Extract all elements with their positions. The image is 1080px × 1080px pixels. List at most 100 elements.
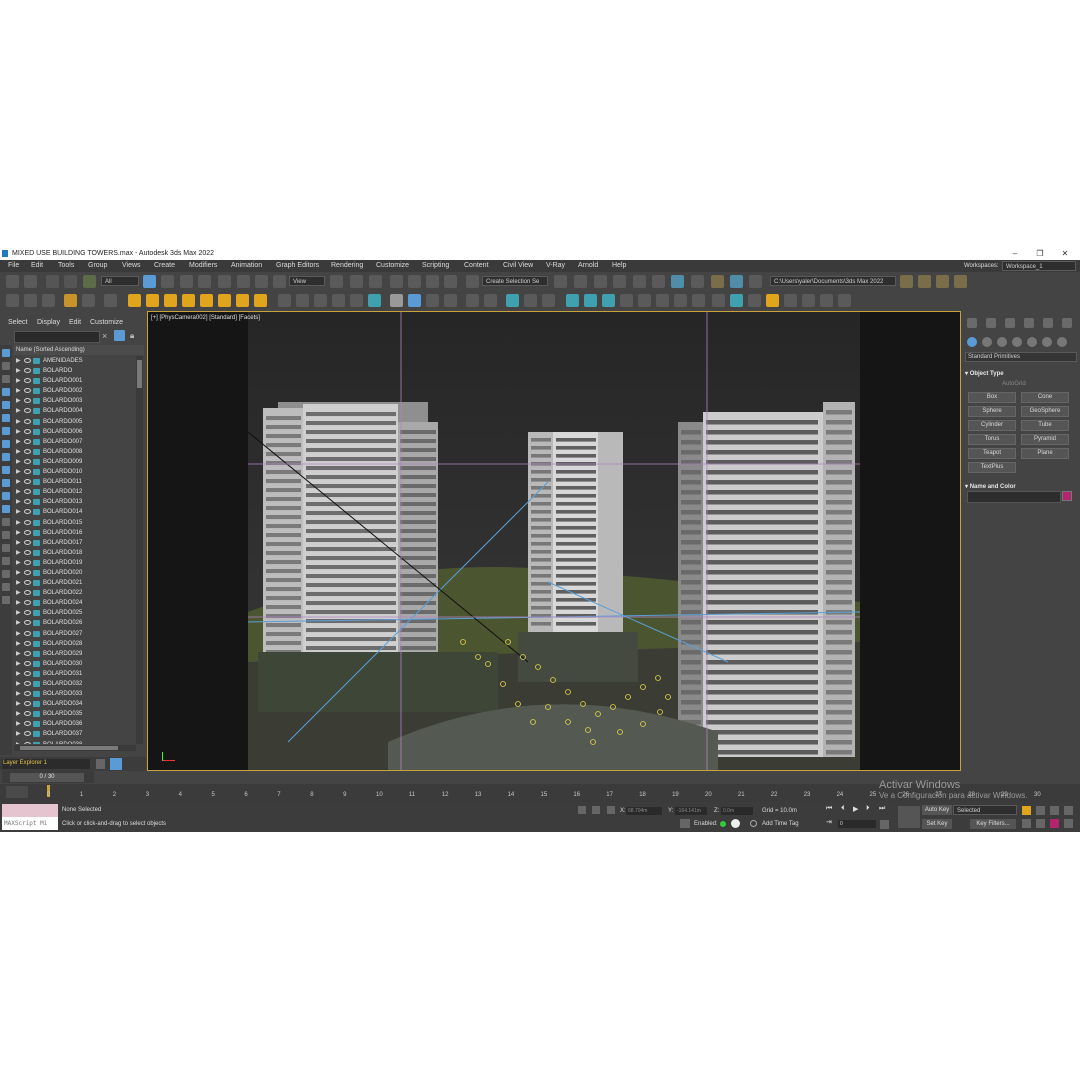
info-icon[interactable]	[731, 819, 740, 828]
zoom-icon[interactable]	[1022, 806, 1031, 815]
time-slider[interactable]: 0 / 30	[2, 771, 94, 783]
angle-snap-icon[interactable]	[408, 275, 421, 288]
visibility-eye-icon[interactable]	[24, 691, 31, 697]
torus-button[interactable]: Torus	[968, 434, 1016, 445]
project-settings-icon[interactable]	[954, 275, 967, 288]
arnold-help-icon[interactable]	[542, 294, 555, 307]
light-icon[interactable]	[64, 294, 77, 307]
current-frame-field[interactable]: 0	[838, 820, 876, 828]
tree-row[interactable]: ▶ BOLARDO009	[14, 457, 136, 467]
visibility-eye-icon[interactable]	[24, 660, 31, 666]
tree-row[interactable]: ▶ BOLARDO022	[14, 588, 136, 598]
space-warps-icon[interactable]	[1042, 337, 1052, 347]
time-configuration-icon[interactable]	[880, 820, 889, 829]
zoom-all-icon[interactable]	[1036, 806, 1045, 815]
menu-group[interactable]: Group	[88, 262, 107, 269]
tree-row[interactable]: ▶ AMENIDADES	[14, 356, 136, 366]
tree-row[interactable]: ▶ BOLARDO017	[14, 538, 136, 548]
viewport-label[interactable]: [+] [PhysCamera002] [Standard] [Facets]	[151, 315, 260, 321]
expand-arrow-icon[interactable]: ▶	[16, 457, 21, 467]
civil-view-icon-14[interactable]	[820, 294, 833, 307]
close-button[interactable]: ✕	[1054, 248, 1076, 259]
vray-ies-light-icon[interactable]	[182, 294, 195, 307]
pyramid-button[interactable]: Pyramid	[1021, 434, 1069, 445]
visibility-eye-icon[interactable]	[24, 610, 31, 616]
visibility-eye-icon[interactable]	[24, 469, 31, 475]
link-icon[interactable]	[46, 275, 59, 288]
visibility-eye-icon[interactable]	[24, 519, 31, 525]
expand-arrow-icon[interactable]: ▶	[16, 649, 21, 659]
expand-arrow-icon[interactable]: ▶	[16, 417, 21, 427]
camera-viewport[interactable]: [+] [PhysCamera002] [Standard] [Facets]	[147, 311, 961, 771]
object-name-field[interactable]	[967, 491, 1061, 503]
display-helpers-icon[interactable]	[2, 414, 10, 422]
auto-key-button[interactable]: Auto Key	[922, 805, 952, 815]
adaptive-degradation-icon[interactable]	[680, 819, 690, 828]
utilities-tab-icon[interactable]	[1062, 318, 1072, 328]
next-frame-icon[interactable]: ⏵	[866, 805, 870, 813]
key-mode-icon[interactable]: ⇥	[826, 818, 832, 826]
maxscript-input[interactable]: MAXScript Mi	[2, 817, 58, 830]
isolate-selection-icon[interactable]	[578, 806, 586, 814]
filter-toggle-icon[interactable]	[114, 330, 125, 341]
helpers-icon[interactable]	[1027, 337, 1037, 347]
display-invert-icon[interactable]	[2, 544, 10, 552]
scene-explorer-toggle-icon[interactable]	[110, 758, 122, 770]
systems-icon[interactable]	[1057, 337, 1067, 347]
orbit-icon[interactable]	[1050, 819, 1059, 828]
vray-frame-buffer-icon[interactable]	[82, 294, 95, 307]
expand-arrow-icon[interactable]: ▶	[16, 608, 21, 618]
shapes-icon[interactable]	[982, 337, 992, 347]
tree-row[interactable]: ▶ BOLARDO010	[14, 467, 136, 477]
expand-arrow-icon[interactable]: ▶	[16, 528, 21, 538]
maxscript-output[interactable]	[2, 804, 58, 817]
mirror-icon[interactable]	[554, 275, 567, 288]
scene-menu-display[interactable]: Display	[37, 319, 60, 326]
display-xrefs-icon[interactable]	[2, 453, 10, 461]
expand-arrow-icon[interactable]: ▶	[16, 568, 21, 578]
expand-arrow-icon[interactable]: ▶	[16, 669, 21, 679]
visibility-eye-icon[interactable]	[24, 428, 31, 434]
tree-row[interactable]: ▶ BOLARDO007	[14, 437, 136, 447]
tree-row[interactable]: ▶ BOLARDO031	[14, 669, 136, 679]
spinner-snap-icon[interactable]	[444, 275, 457, 288]
expand-arrow-icon[interactable]: ▶	[16, 629, 21, 639]
display-all-icon[interactable]	[2, 518, 10, 526]
geosphere-button[interactable]: GeoSphere	[1021, 406, 1069, 417]
primitive-category-dropdown[interactable]: Standard Primitives	[965, 352, 1077, 362]
visibility-eye-icon[interactable]	[24, 388, 31, 394]
geometry-icon[interactable]	[967, 337, 977, 347]
tree-row[interactable]: ▶ BOLARDO014	[14, 507, 136, 517]
vray-dome-light-icon[interactable]	[146, 294, 159, 307]
vray-scene-converter-icon[interactable]	[368, 294, 381, 307]
menu-create[interactable]: Create	[154, 262, 175, 269]
visibility-eye-icon[interactable]	[24, 721, 31, 727]
tree-row[interactable]: ▶ BOLARDO006	[14, 427, 136, 437]
tree-row[interactable]: ▶ BOLARDO019	[14, 558, 136, 568]
visibility-eye-icon[interactable]	[24, 529, 31, 535]
cameras-icon[interactable]	[1012, 337, 1022, 347]
scene-menu-edit[interactable]: Edit	[69, 319, 81, 326]
tree-row[interactable]: ▶ BOLARDO016	[14, 528, 136, 538]
project-open-icon[interactable]	[900, 275, 913, 288]
tree-row[interactable]: ▶ BOLARDO034	[14, 699, 136, 709]
modify-tab-icon[interactable]	[986, 318, 996, 328]
key-selection-dropdown[interactable]: Selected	[953, 805, 1017, 815]
tree-row[interactable]: ▶ BOLARDO002	[14, 386, 136, 396]
teapot-icon[interactable]	[6, 294, 19, 307]
align-icon[interactable]	[574, 275, 587, 288]
time-tag-icon[interactable]	[750, 820, 757, 827]
vray-logo-icon[interactable]	[484, 294, 497, 307]
expand-arrow-icon[interactable]: ▶	[16, 729, 21, 739]
tree-row[interactable]: ▶ BOLARDO005	[14, 417, 136, 427]
civil-view-icon-2[interactable]	[584, 294, 597, 307]
tree-row[interactable]: ▶ BOLARDO004	[14, 406, 136, 416]
tree-row[interactable]: ▶ BOLARDO026	[14, 618, 136, 628]
scene-menu-customize[interactable]: Customize	[90, 319, 123, 326]
tree-row[interactable]: ▶ BOLARDO025	[14, 608, 136, 618]
render-icon[interactable]	[24, 294, 37, 307]
visibility-eye-icon[interactable]	[24, 549, 31, 555]
expand-arrow-icon[interactable]: ▶	[16, 356, 21, 366]
teapot-button[interactable]: Teapot	[968, 448, 1016, 459]
visibility-eye-icon[interactable]	[24, 711, 31, 717]
